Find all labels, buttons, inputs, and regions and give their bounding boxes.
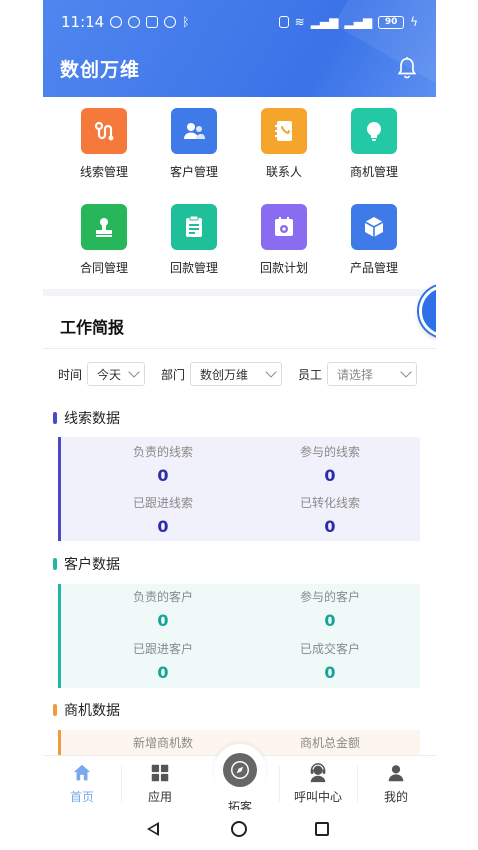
stat-closed-customers[interactable]: 已成交客户 0 [255,640,405,682]
eye-icon [128,16,141,28]
report-title: 工作简报 [60,318,125,337]
section-title: 商机数据 [64,703,120,719]
chevron-down-icon [265,366,277,378]
tab-apps[interactable]: 应用 [121,762,199,805]
stat-opportunity-amount[interactable]: 商机总金额 [255,734,405,751]
dept-filter-label: 部门 [161,367,186,382]
time-filter-label: 时间 [58,367,83,382]
home-icon [73,764,91,781]
menu-product-management[interactable]: 产品管理 [329,204,419,276]
person-icon [388,765,404,782]
section-title: 线索数据 [64,411,120,427]
dept-select[interactable]: 数创万维 [190,362,283,386]
time-select[interactable]: 今天 [87,362,146,386]
dept-select-value: 数创万维 [200,367,249,382]
charging-icon: ϟ [410,15,418,29]
section-title: 客户数据 [64,557,120,573]
contact-book-icon [261,108,307,154]
work-report: 工作简报 时间 今天 部门 数创万维 员工 请选择 线索数据 负责的线索 0 参… [43,296,436,770]
box-icon [351,204,397,250]
clipboard-icon [171,204,217,250]
menu-payment-plan[interactable]: 回款计划 [239,204,329,276]
nfc-icon [146,16,159,28]
menu-lead-management[interactable]: 线索管理 [59,108,149,180]
recents-icon[interactable] [315,822,329,836]
menu-label: 回款计划 [259,261,308,275]
menu-label: 商机管理 [349,165,398,179]
tab-call-center[interactable]: 呼叫中心 [279,762,357,805]
opportunity-data-heading: 商机数据 [53,700,120,720]
alarm-off-icon [164,16,177,28]
signal-icon-2: ▂▄▆ [344,15,373,29]
stamp-icon [81,204,127,250]
stat-followed-leads[interactable]: 已跟进线索 0 [88,494,238,536]
menu-label: 线索管理 [79,165,128,179]
stat-participated-leads[interactable]: 参与的线索 0 [255,443,405,485]
menu-payment-management[interactable]: 回款管理 [149,204,239,276]
stat-participated-customers[interactable]: 参与的客户 0 [255,588,405,630]
system-navigation-bar [43,810,436,850]
menu-contract-management[interactable]: 合同管理 [59,204,149,276]
stat-owned-customers[interactable]: 负责的客户 0 [88,588,238,630]
wifi-icon: ≋ [294,15,305,29]
staff-select-placeholder: 请选择 [337,367,374,382]
tab-explore[interactable]: 拓客 [211,744,269,815]
staff-filter-label: 员工 [298,367,323,382]
report-filters: 时间 今天 部门 数创万维 员工 请选择 [58,362,418,386]
app-screen: 11:14 ᛒ ≋ ▂▄▆ ▂▄▆ 90 ϟ 数创万维 线索管理 客户管理 联系… [43,0,436,850]
menu-label: 回款管理 [169,261,218,275]
menu-contacts[interactable]: 联系人 [239,108,329,180]
users-icon [171,108,217,154]
status-time: 11:14 [61,13,105,31]
lead-data-heading: 线索数据 [53,408,120,428]
compass-icon [223,753,257,787]
home-circle-icon[interactable] [231,821,247,837]
time-select-value: 今天 [97,367,122,382]
headset-agent-icon [310,763,326,783]
stat-converted-leads[interactable]: 已转化线索 0 [255,494,405,536]
battery-icon: 90 [378,15,405,29]
staff-select[interactable]: 请选择 [327,362,418,386]
bell-icon[interactable] [396,56,418,80]
menu-label: 合同管理 [79,261,128,275]
stat-owned-leads[interactable]: 负责的线索 0 [88,443,238,485]
back-icon[interactable] [147,822,159,836]
notification-icon [110,16,123,28]
tab-home[interactable]: 首页 [43,762,121,805]
menu-label: 联系人 [265,165,302,179]
chevron-down-icon [128,366,140,378]
menu-label: 产品管理 [349,261,398,275]
signal-icon: ▂▄▆ [310,15,339,29]
chevron-down-icon [400,366,412,378]
app-header: 11:14 ᛒ ≋ ▂▄▆ ▂▄▆ 90 ϟ 数创万维 [43,0,436,97]
grid-apps-icon [151,764,169,782]
customer-data-heading: 客户数据 [53,554,120,574]
phone-icon [433,299,436,323]
stat-followed-customers[interactable]: 已跟进客户 0 [88,640,238,682]
calendar-gear-icon [261,204,307,250]
quick-menu-grid: 线索管理 客户管理 联系人 商机管理 合同管理 回款管理 回款计划 产品管理 [43,97,436,289]
menu-customer-management[interactable]: 客户管理 [149,108,239,180]
menu-label: 客户管理 [169,165,218,179]
tab-mine[interactable]: 我的 [357,762,435,805]
app-title: 数创万维 [60,59,141,81]
customer-data-card: 负责的客户 0 参与的客户 0 已跟进客户 0 已成交客户 0 [58,584,420,688]
bluetooth-icon: ᛒ [182,15,190,29]
bottom-tab-bar: 首页 应用 拓客 呼叫中心 我的 [43,744,436,814]
route-icon [81,108,127,154]
vibrate-icon [278,16,289,28]
lightbulb-icon [351,108,397,154]
menu-opportunity-management[interactable]: 商机管理 [329,108,419,180]
lead-data-card: 负责的线索 0 参与的线索 0 已跟进线索 0 已转化线索 0 [58,437,420,541]
status-bar: 11:14 ᛒ ≋ ▂▄▆ ▂▄▆ 90 ϟ [43,10,436,34]
